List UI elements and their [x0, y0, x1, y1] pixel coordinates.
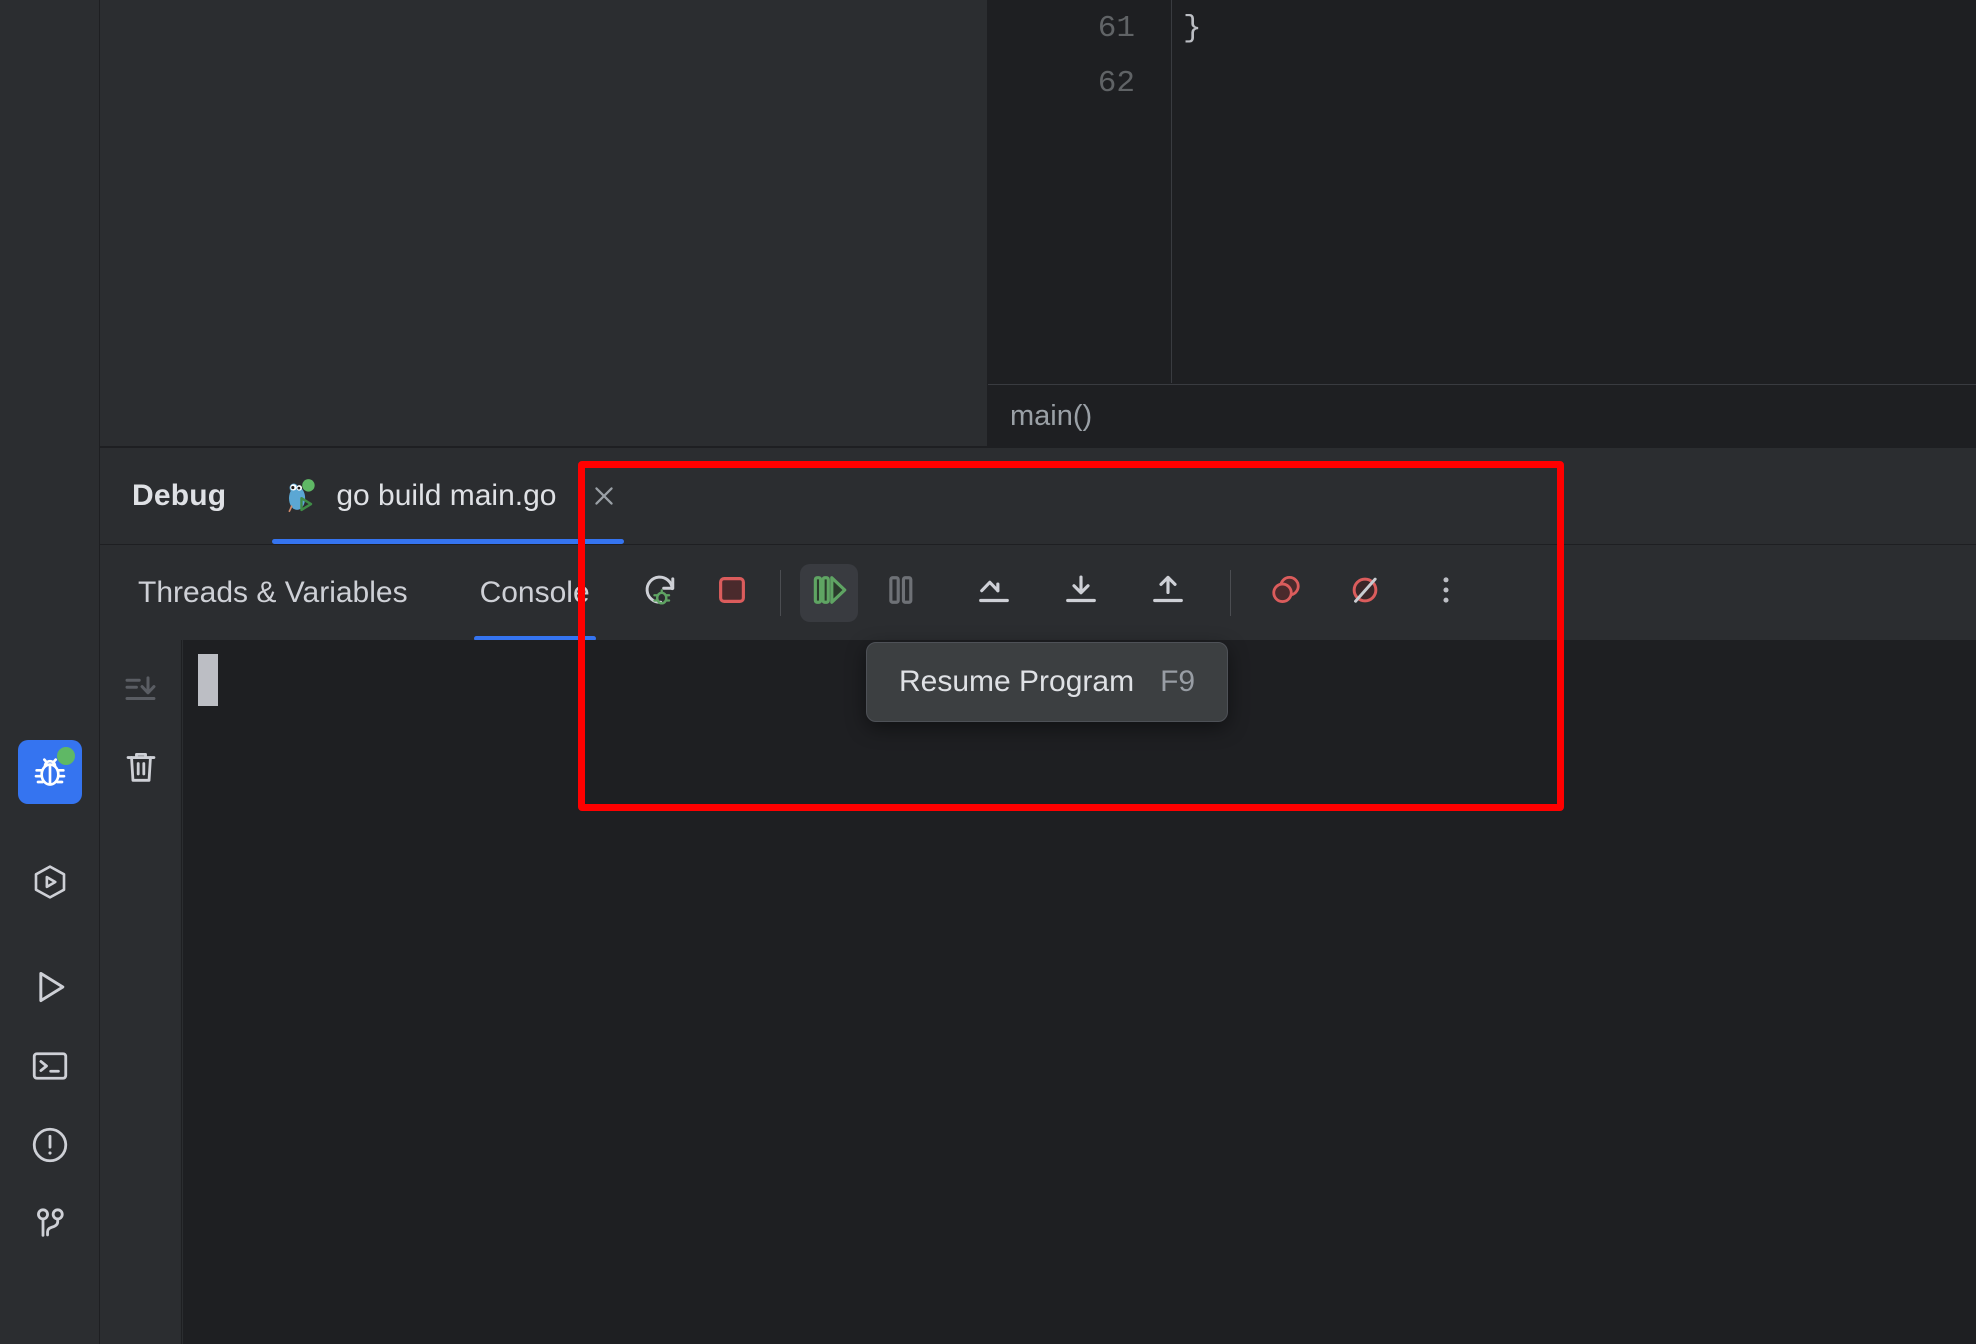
step-out-icon — [1147, 569, 1189, 616]
terminal-icon — [29, 1045, 71, 1087]
run-icon — [28, 965, 72, 1009]
sidebar-item-version-control[interactable] — [18, 1192, 82, 1256]
console-output[interactable] — [183, 640, 1976, 1344]
debug-toolbar: Threads & Variables Console — [100, 544, 1976, 641]
breadcrumb-item-main[interactable]: main() — [1010, 400, 1092, 433]
sidebar-item-terminal[interactable] — [18, 1034, 82, 1098]
run-tab-label: go build main.go — [336, 479, 557, 512]
toolbar-separator — [779, 569, 781, 616]
tool-panel-left — [100, 0, 988, 447]
scroll-to-end-icon — [120, 668, 162, 715]
trash-icon — [120, 746, 162, 793]
view-breakpoints-icon — [1265, 569, 1307, 616]
sidebar-item-services[interactable] — [18, 850, 82, 914]
console-gutter — [100, 640, 182, 1344]
line-number: 62 — [1097, 66, 1135, 101]
tab-console[interactable]: Console — [473, 545, 596, 641]
tab-threads-and-variables[interactable]: Threads & Variables — [132, 545, 414, 641]
editor-code-area[interactable]: } — [1173, 0, 1976, 383]
more-options-button[interactable] — [1417, 564, 1475, 622]
step-into-icon — [1060, 569, 1102, 616]
step-over-button[interactable] — [965, 564, 1023, 622]
debug-header: Debug go build main.go — [100, 448, 1976, 544]
more-vertical-icon — [1427, 571, 1465, 614]
stop-icon — [711, 569, 753, 616]
resume-program-button[interactable] — [799, 563, 858, 622]
sidebar-item-problems[interactable] — [18, 1113, 82, 1177]
activity-bar — [0, 0, 100, 1344]
step-over-icon — [973, 569, 1015, 616]
view-breakpoints-button[interactable] — [1257, 564, 1315, 622]
resume-icon — [808, 569, 850, 616]
go-gopher-icon — [278, 474, 322, 518]
toolbar-separator — [1229, 569, 1231, 616]
line-number: 61 — [1097, 11, 1135, 46]
mute-breakpoints-button[interactable] — [1336, 564, 1394, 622]
tooltip-label: Resume Program — [899, 665, 1135, 698]
problems-icon — [29, 1124, 71, 1166]
debug-status-badge — [57, 747, 75, 765]
pause-program-button[interactable] — [872, 564, 930, 622]
step-out-button[interactable] — [1139, 564, 1197, 622]
editor-gutter[interactable]: 61 62 — [988, 0, 1172, 383]
clear-all-button[interactable] — [112, 740, 170, 798]
debug-tool-window: Debug go build main.go Threads & Variabl… — [100, 448, 1976, 1344]
pause-icon — [880, 569, 922, 616]
sidebar-item-debug[interactable] — [18, 740, 82, 804]
breadcrumb[interactable]: main() — [988, 384, 1976, 447]
sidebar-item-run[interactable] — [18, 955, 82, 1019]
rerun-debug-button[interactable] — [631, 564, 689, 622]
code-line: } — [1183, 11, 1202, 46]
page-title: Debug — [132, 479, 227, 512]
scroll-to-end-button[interactable] — [112, 662, 170, 720]
step-into-button[interactable] — [1052, 564, 1110, 622]
mute-breakpoints-icon — [1344, 569, 1386, 616]
services-icon — [29, 861, 71, 903]
rerun-debug-icon — [639, 569, 681, 616]
tab-label: Console — [479, 575, 590, 609]
tooltip-shortcut: F9 — [1160, 665, 1196, 698]
run-configuration-tab[interactable]: go build main.go — [272, 448, 625, 544]
git-branch-icon — [29, 1203, 71, 1245]
tab-label: Threads & Variables — [138, 575, 408, 609]
console-caret — [198, 654, 218, 706]
editor-panel: 61 62 } main() — [988, 0, 1976, 447]
screen-root: 61 62 } main() Debug go build main.go Th… — [0, 0, 1976, 1344]
stop-button[interactable] — [703, 564, 761, 622]
tooltip-resume-program: Resume Program F9 — [866, 642, 1229, 722]
close-icon[interactable] — [584, 476, 624, 516]
